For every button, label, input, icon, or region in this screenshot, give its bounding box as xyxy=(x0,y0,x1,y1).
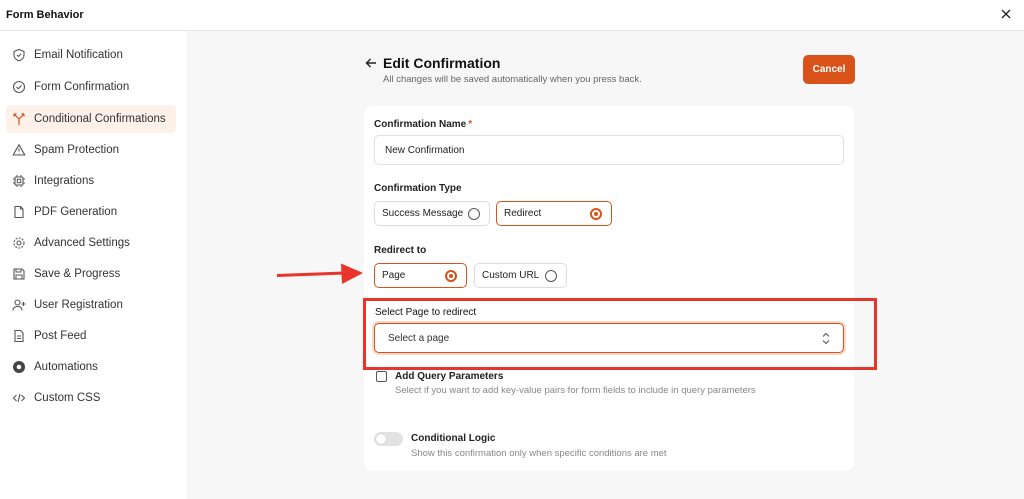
radio-button[interactable] xyxy=(545,270,557,282)
query-parameters-help: Select if you want to add key-value pair… xyxy=(395,385,756,396)
confirmation-type-label: Confirmation Type xyxy=(374,183,462,194)
conditional-logic-label: Conditional Logic xyxy=(411,433,496,444)
title-bar: Form Behavior xyxy=(0,0,1024,31)
sidebar-item-label: Custom CSS xyxy=(34,392,101,404)
check-circle-icon xyxy=(12,80,26,94)
close-icon[interactable] xyxy=(998,6,1014,22)
sidebar-item-label: Form Confirmation xyxy=(34,81,130,93)
sidebar-item-label: Save & Progress xyxy=(34,268,121,280)
sidebar-item-form-confirmation[interactable]: Form Confirmation xyxy=(6,73,176,101)
file-text-icon xyxy=(12,329,26,343)
sidebar-item-save-progress[interactable]: Save & Progress xyxy=(6,260,176,288)
back-arrow-icon[interactable] xyxy=(364,56,378,70)
sidebar-item-email-notification[interactable]: Email Notification xyxy=(6,41,176,69)
radio-button-selected[interactable] xyxy=(590,208,602,220)
sidebar-item-custom-css[interactable]: Custom CSS xyxy=(6,384,176,412)
sidebar-item-post-feed[interactable]: Post Feed xyxy=(6,322,176,350)
radio-label: Page xyxy=(382,270,406,281)
required-mark: * xyxy=(468,119,473,130)
query-parameters-label: Add Query Parameters xyxy=(395,371,504,382)
sidebar-item-automations[interactable]: Automations xyxy=(6,353,176,381)
sidebar-item-label: Post Feed xyxy=(34,330,87,342)
document-icon xyxy=(12,205,26,219)
window-title: Form Behavior xyxy=(6,9,84,21)
sidebar-item-label: User Registration xyxy=(34,299,123,311)
query-parameters-checkbox[interactable] xyxy=(376,371,387,382)
redirect-to-label: Redirect to xyxy=(374,245,427,256)
split-arrows-icon xyxy=(12,112,26,126)
radio-label: Custom URL xyxy=(482,270,540,281)
sidebar-item-label: Conditional Confirmations xyxy=(34,113,166,125)
radio-button-selected[interactable] xyxy=(445,270,457,282)
sidebar-item-conditional-confirmations[interactable]: Conditional Confirmations xyxy=(6,105,176,133)
warning-triangle-icon xyxy=(12,143,26,157)
redirect-option-custom-url[interactable]: Custom URL xyxy=(474,263,567,288)
sidebar-item-advanced-settings[interactable]: Advanced Settings xyxy=(6,229,176,257)
sidebar-item-label: Integrations xyxy=(34,175,95,187)
sidebar-item-label: Automations xyxy=(34,361,98,373)
confirmation-name-label: Confirmation Name * xyxy=(374,119,473,130)
shield-icon xyxy=(12,48,26,62)
code-icon xyxy=(12,391,26,405)
confirmation-name-input[interactable]: New Confirmation xyxy=(374,135,844,165)
sidebar-item-pdf-generation[interactable]: PDF Generation xyxy=(6,198,176,226)
conditional-logic-help: Show this confirmation only when specifi… xyxy=(411,448,667,459)
radio-button[interactable] xyxy=(468,208,480,220)
type-option-redirect[interactable]: Redirect xyxy=(496,201,612,226)
sidebar-item-user-registration[interactable]: User Registration xyxy=(6,291,176,319)
sidebar-item-label: Advanced Settings xyxy=(34,237,130,249)
radio-label: Success Message xyxy=(382,208,464,219)
sidebar-item-label: Spam Protection xyxy=(34,144,120,156)
user-plus-icon xyxy=(12,298,26,312)
automation-icon xyxy=(12,360,26,374)
save-icon xyxy=(12,267,26,281)
page-subtitle: All changes will be saved automatically … xyxy=(383,74,642,85)
sidebar: Email Notification Form Confirmation Con… xyxy=(0,31,187,499)
conditional-logic-toggle[interactable] xyxy=(374,432,403,446)
radio-label: Redirect xyxy=(504,208,542,219)
chip-icon xyxy=(12,174,26,188)
redirect-option-page[interactable]: Page xyxy=(374,263,467,288)
type-option-success-message[interactable]: Success Message xyxy=(374,201,490,226)
gear-icon xyxy=(12,236,26,250)
annotation-highlight-box xyxy=(363,298,877,370)
cancel-button[interactable]: Cancel xyxy=(803,55,855,84)
sidebar-item-label: Email Notification xyxy=(34,49,123,61)
sidebar-item-integrations[interactable]: Integrations xyxy=(6,167,176,195)
annotation-arrow-icon xyxy=(276,263,363,284)
sidebar-item-label: PDF Generation xyxy=(34,206,118,218)
page-title: Edit Confirmation xyxy=(383,55,501,71)
sidebar-item-spam-protection[interactable]: Spam Protection xyxy=(6,136,176,164)
